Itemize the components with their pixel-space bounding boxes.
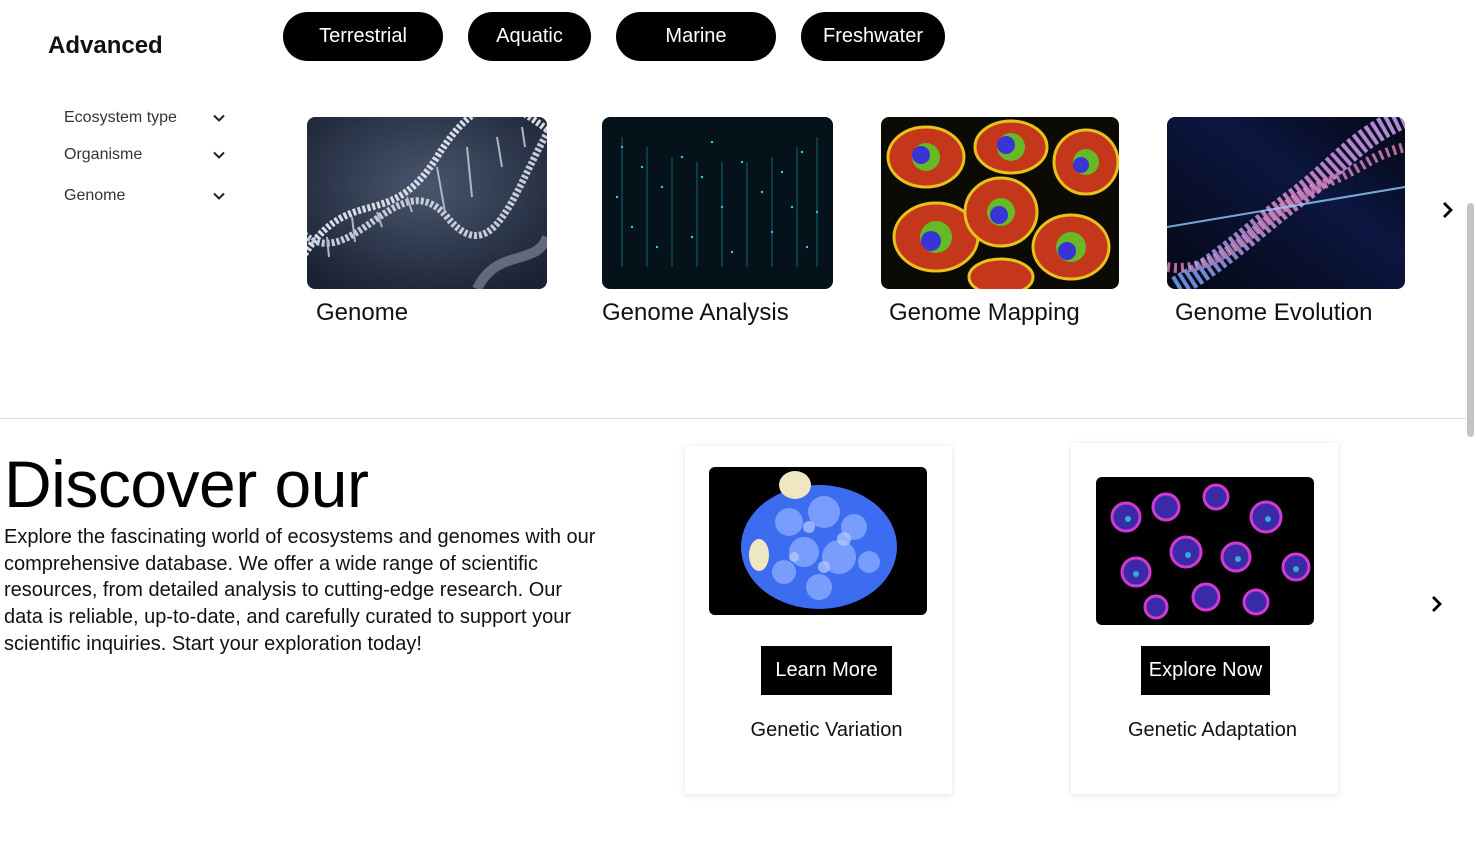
chevron-down-icon	[212, 148, 226, 162]
tag-freshwater[interactable]: Freshwater	[801, 12, 945, 61]
filter-label: Genome	[64, 187, 126, 204]
feature-next-button[interactable]	[1425, 592, 1449, 616]
feature-caption: Genetic Variation	[750, 719, 903, 741]
filter-label: Ecosystem type	[64, 109, 177, 126]
feature-card: Learn More Genetic Variation	[685, 446, 952, 794]
stained-nuclei-image	[1096, 477, 1314, 625]
chevron-right-icon	[1432, 596, 1442, 612]
genome-card-label: Genome Mapping	[889, 299, 1080, 326]
filter-genome[interactable]: Genome	[64, 185, 226, 207]
learn-more-button[interactable]: Learn More	[761, 646, 892, 695]
tag-terrestrial[interactable]: Terrestrial	[283, 12, 443, 61]
filter-label: Organisme	[64, 146, 143, 163]
fluorescent-cells-image	[881, 117, 1119, 289]
explore-now-button[interactable]: Explore Now	[1141, 646, 1270, 695]
scrollbar-thumb[interactable]	[1467, 203, 1474, 437]
filter-ecosystem-type[interactable]: Ecosystem type	[64, 107, 226, 129]
tag-aquatic[interactable]: Aquatic	[468, 12, 591, 61]
dna-particles-image	[1167, 117, 1405, 289]
discover-description: Explore the fascinating world of ecosyst…	[4, 526, 596, 655]
genome-card-label: Genome Analysis	[602, 299, 789, 326]
chevron-right-icon	[1443, 202, 1453, 218]
sidebar-title: Advanced	[48, 32, 163, 59]
filter-organisme[interactable]: Organisme	[64, 144, 226, 166]
dna-helix-image	[307, 117, 547, 289]
data-particles-image	[602, 117, 833, 289]
chevron-down-icon	[212, 111, 226, 125]
genome-card[interactable]: Genome Analysis	[602, 117, 833, 326]
blue-cell-image	[709, 467, 927, 615]
scrollbar[interactable]	[1464, 0, 1476, 859]
carousel-next-button[interactable]	[1436, 198, 1460, 222]
chevron-down-icon	[212, 189, 226, 203]
feature-card: Explore Now Genetic Adaptation	[1071, 443, 1338, 794]
genome-card-label: Genome Evolution	[1175, 299, 1373, 326]
discover-title: Discover our	[4, 447, 369, 521]
genome-card[interactable]: Genome	[307, 117, 547, 326]
tag-marine[interactable]: Marine	[616, 12, 776, 61]
feature-caption: Genetic Adaptation	[1127, 719, 1297, 741]
section-divider	[0, 418, 1466, 419]
genome-card-label: Genome	[316, 299, 409, 326]
genome-card[interactable]: Genome Evolution	[1167, 117, 1405, 326]
genome-card[interactable]: Genome Mapping	[881, 117, 1119, 326]
